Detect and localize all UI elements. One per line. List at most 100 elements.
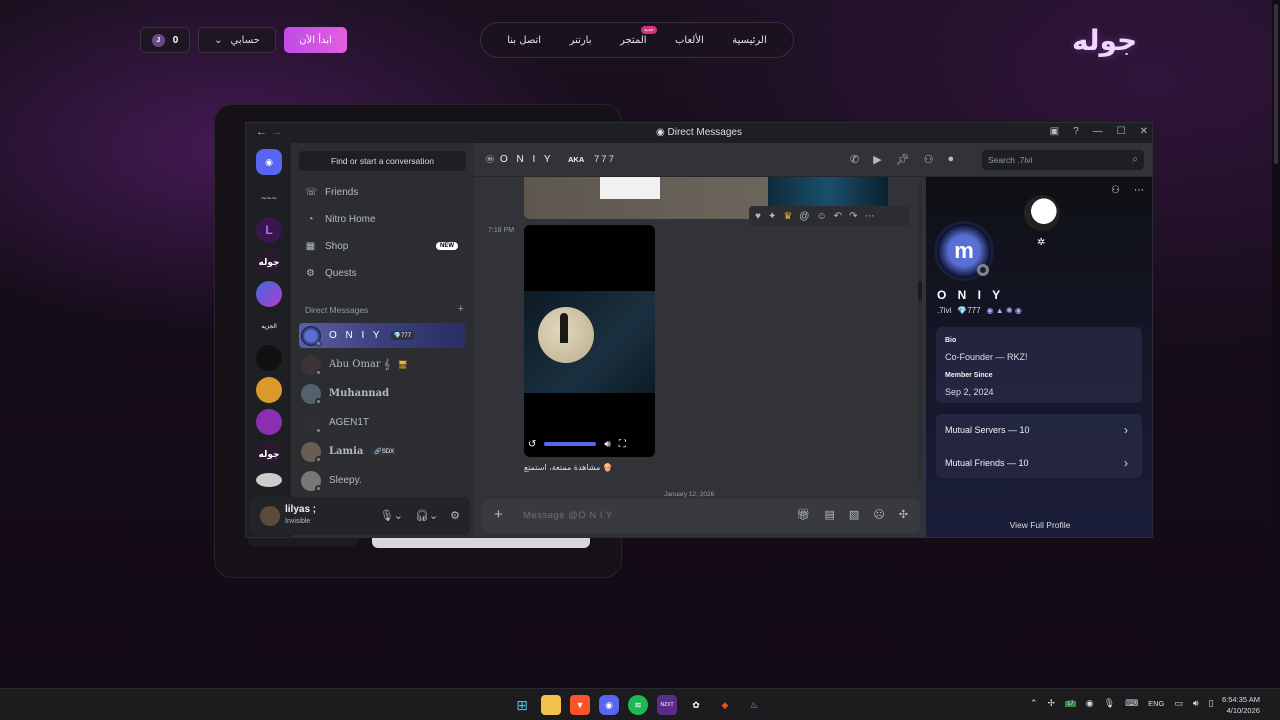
nav-games[interactable]: الألعاب: [675, 35, 704, 46]
nav-quests[interactable]: ⚙ Quests: [299, 262, 466, 284]
dm-item-sleepy[interactable]: Sleepy.: [299, 468, 466, 493]
battery-icon[interactable]: ▯: [1209, 698, 1214, 709]
profile-avatar[interactable]: m: [934, 221, 994, 281]
mutual-friends-row[interactable]: Mutual Friends — 10 ›: [936, 447, 1142, 479]
dm-item-abu-omar[interactable]: Abu Omar 𝄞 🖥: [299, 352, 466, 377]
dm-item-muhannad[interactable]: Muhannad: [299, 381, 466, 406]
server-6[interactable]: [256, 345, 282, 371]
maximize-icon[interactable]: ☐: [1117, 126, 1126, 137]
discord-taskbar-icon[interactable]: ◉: [599, 695, 619, 715]
dm-item-lamia[interactable]: Lamia 🔗SDX: [299, 439, 466, 464]
emoji-icon[interactable]: ☺: [816, 211, 826, 222]
home-discord-icon[interactable]: ◉: [256, 149, 282, 175]
add-friend-icon[interactable]: ⚇: [924, 153, 934, 166]
nav-contact[interactable]: اتصل بنا: [507, 35, 541, 46]
spotify-icon[interactable]: ≋: [628, 695, 648, 715]
view-full-profile-button[interactable]: View Full Profile: [926, 520, 1152, 530]
server-5[interactable]: الجزيه: [256, 313, 282, 339]
more-options-icon[interactable]: ⋯: [1134, 185, 1144, 196]
server-7[interactable]: [256, 377, 282, 403]
volume-tray-icon[interactable]: 🔊︎: [1193, 698, 1199, 709]
video-progress-bar[interactable]: [544, 442, 597, 446]
profile-username[interactable]: .7ivi: [937, 306, 951, 315]
close-icon[interactable]: ✕: [1140, 126, 1148, 137]
sticker-icon[interactable]: ▧: [849, 508, 859, 521]
chatgpt-icon[interactable]: ✿: [686, 695, 706, 715]
nav-nitro-home[interactable]: ◔ Nitro Home: [299, 208, 466, 230]
reaction-icon[interactable]: ✦: [768, 211, 776, 222]
start-button[interactable]: ابدأ الآن: [284, 27, 347, 53]
coins-button[interactable]: J0: [140, 27, 190, 53]
mutual-servers-row[interactable]: Mutual Servers — 10 ›: [936, 414, 1142, 446]
figma-icon[interactable]: ◆: [715, 695, 735, 715]
server-10[interactable]: [256, 473, 282, 487]
account-button[interactable]: ⌄ حسابي: [198, 27, 276, 53]
forward-arrow-icon[interactable]: →: [271, 126, 286, 138]
server-9[interactable]: جوله: [256, 441, 282, 467]
video-call-icon[interactable]: ▶: [873, 153, 881, 166]
reply-icon[interactable]: ↶: [834, 211, 842, 222]
nav-partner[interactable]: بارتنر: [570, 35, 592, 46]
volume-icon[interactable]: 🔊︎: [604, 439, 610, 450]
video-attachment[interactable]: ↺ 🔊︎ ⛶: [524, 225, 655, 457]
steam-icon[interactable]: ♨: [744, 695, 764, 715]
server-4[interactable]: [256, 281, 282, 307]
pin-icon[interactable]: 📌︎: [896, 153, 910, 166]
tray-badge-icon[interactable]: 17: [1065, 700, 1076, 707]
search-input[interactable]: Search .7ivi ⌕: [982, 150, 1144, 170]
gift-icon[interactable]: 🎁︎: [797, 508, 811, 521]
nav-home[interactable]: الرئيسية: [732, 35, 766, 46]
apps-icon[interactable]: ✣: [899, 508, 908, 521]
minimize-icon[interactable]: —: [1093, 126, 1103, 137]
page-scrollbar-thumb[interactable]: [1274, 4, 1278, 164]
dm-item-oniy[interactable]: O N I Y 💎777: [299, 323, 466, 348]
inbox-icon[interactable]: ▣: [1050, 126, 1059, 137]
recipient-name[interactable]: ⓜ O N I Y: [486, 154, 554, 165]
file-explorer-icon[interactable]: [541, 695, 561, 715]
gif-icon[interactable]: ▤: [825, 508, 835, 521]
forward-icon[interactable]: ↷: [849, 211, 857, 222]
brave-browser-icon[interactable]: ▼: [570, 695, 590, 715]
replay-icon[interactable]: ↺: [528, 439, 536, 450]
microphone-icon[interactable]: 🎙︎⌄: [380, 509, 403, 522]
mic-tray-icon[interactable]: 🎙︎: [1104, 698, 1115, 709]
windows-start-icon[interactable]: ⊞: [512, 695, 532, 715]
keyboard-icon[interactable]: ⌨: [1125, 698, 1138, 709]
back-arrow-icon[interactable]: ←: [256, 126, 271, 138]
find-conversation-button[interactable]: Find or start a conversation: [299, 151, 466, 171]
chat-scrollbar[interactable]: [918, 181, 922, 481]
nav-store[interactable]: المتجر جديد: [620, 25, 657, 46]
discord-tray-icon[interactable]: ◉: [1086, 698, 1094, 709]
taskbar-clock[interactable]: 6:54:35 AM 4/10/2026: [1222, 694, 1260, 716]
server-1[interactable]: ~~~: [256, 185, 282, 211]
server-3[interactable]: جوله: [256, 249, 282, 275]
server-2[interactable]: L: [256, 217, 282, 243]
dm-item-agen1t[interactable]: AGEN1T: [299, 410, 466, 435]
add-dm-button[interactable]: +: [458, 303, 464, 315]
heart-reaction-icon[interactable]: ♥: [755, 211, 761, 222]
settings-gear-icon[interactable]: ⚙: [450, 509, 460, 522]
user-name[interactable]: lilyas ;: [285, 504, 316, 515]
message-composer[interactable]: + Message @O N I Y 🎁︎ ▤ ▧ ☹ ✣: [482, 499, 920, 533]
server-8[interactable]: [256, 409, 282, 435]
nav-friends[interactable]: ☏ Friends: [299, 181, 466, 203]
nzxt-icon[interactable]: NZXT: [657, 695, 677, 715]
user-profile-icon[interactable]: ●: [948, 153, 955, 166]
nav-shop[interactable]: ▦ Shop NEW: [299, 235, 466, 257]
tray-overflow-icon[interactable]: ⌃: [1030, 698, 1038, 709]
user-avatar[interactable]: [260, 506, 280, 526]
headphones-icon[interactable]: 🎧︎⌄: [415, 509, 438, 522]
fullscreen-icon[interactable]: ⛶: [619, 439, 626, 450]
slack-tray-icon[interactable]: ✢: [1048, 698, 1056, 709]
site-logo[interactable]: جوله: [1072, 24, 1138, 57]
call-icon[interactable]: ✆: [850, 153, 859, 166]
mention-icon[interactable]: @: [799, 211, 809, 222]
attach-plus-icon[interactable]: +: [494, 506, 503, 523]
chat-scrollbar-thumb[interactable]: [918, 281, 922, 301]
history-arrows[interactable]: ←→: [256, 126, 286, 138]
crown-reaction-icon[interactable]: ♛: [783, 211, 792, 222]
display-icon[interactable]: ▭: [1174, 698, 1183, 709]
more-icon[interactable]: ⋯: [864, 211, 874, 222]
help-icon[interactable]: ?: [1073, 126, 1079, 137]
language-indicator[interactable]: ENG: [1148, 699, 1164, 708]
